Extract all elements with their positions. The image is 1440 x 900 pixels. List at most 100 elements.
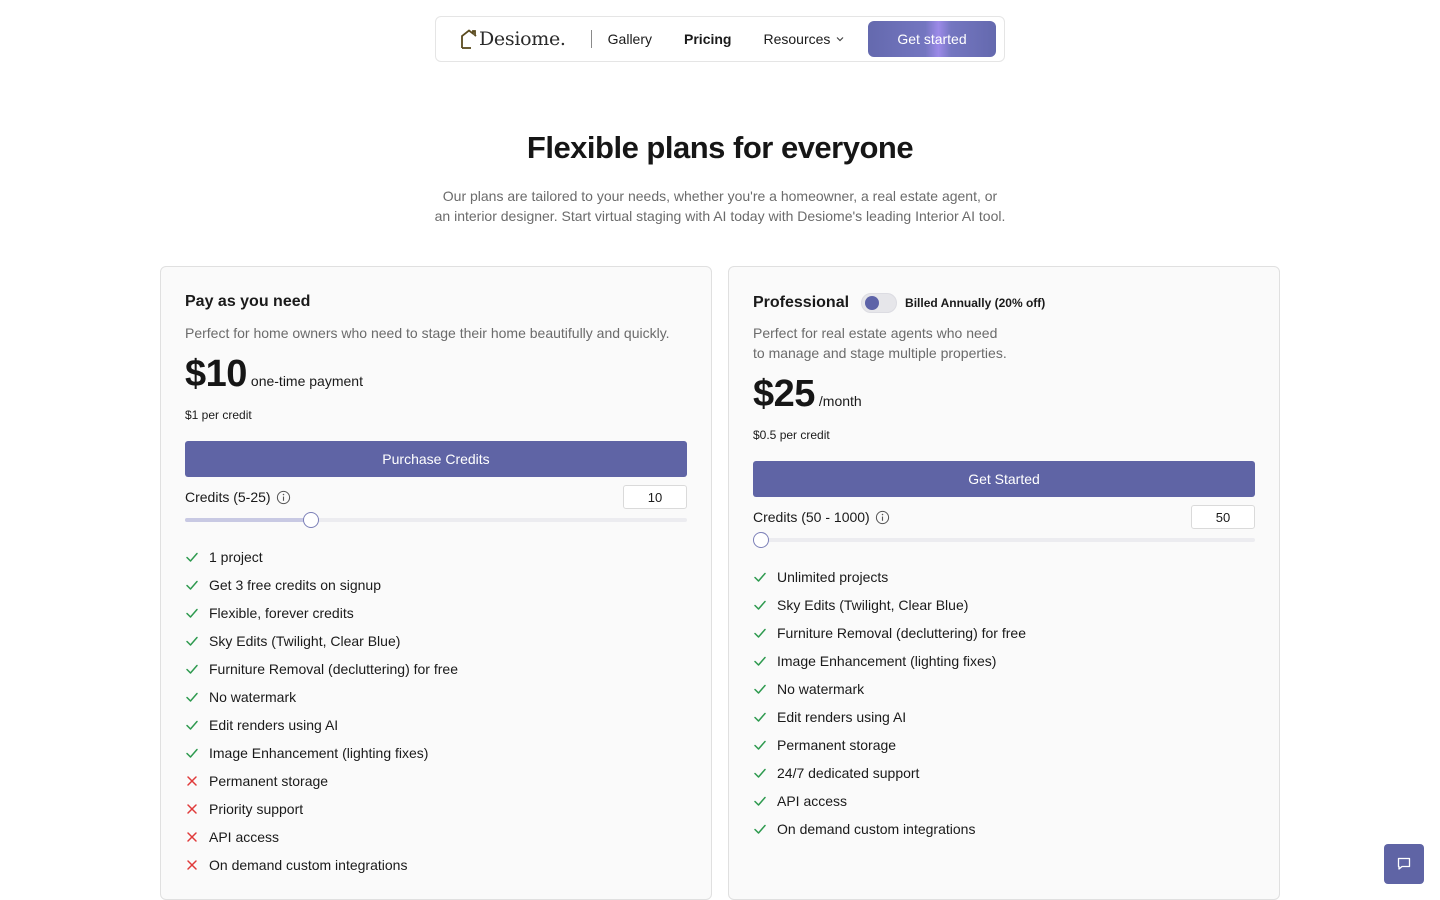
- price-note: one-time payment: [250, 373, 363, 389]
- per-credit-price: $0.5 per credit: [753, 428, 830, 442]
- check-icon: [754, 656, 766, 666]
- top-nav: Desiome. Gallery Pricing Resources Get s…: [435, 16, 1005, 62]
- feature-label: Priority support: [209, 801, 304, 817]
- plan-price: $10: [185, 353, 247, 395]
- feature-label: Get 3 free credits on signup: [209, 577, 381, 593]
- feature-label: Image Enhancement (lighting fixes): [209, 745, 429, 761]
- feature-label: API access: [777, 793, 848, 809]
- nav-link-pricing[interactable]: Pricing: [684, 31, 731, 47]
- nav-link-resources[interactable]: Resources: [763, 31, 845, 47]
- feature-item: Image Enhancement (lighting fixes): [753, 647, 1026, 675]
- check-icon: [754, 796, 766, 806]
- check-icon: [754, 712, 766, 722]
- check-icon: [754, 572, 766, 582]
- feature-item: Priority support: [185, 795, 458, 823]
- plan-name: Professional: [753, 294, 850, 311]
- feature-item: Unlimited projects: [753, 563, 1026, 591]
- feature-label: Sky Edits (Twilight, Clear Blue): [209, 633, 401, 649]
- price-row: $25 /month: [753, 373, 862, 416]
- credits-input[interactable]: [1191, 505, 1255, 529]
- feature-item: API access: [753, 787, 1026, 815]
- get-started-nav-button[interactable]: Get started: [868, 21, 996, 57]
- feature-item: Furniture Removal (decluttering) for fre…: [753, 619, 1026, 647]
- price-row: $10 one-time payment: [185, 353, 363, 396]
- chat-button[interactable]: [1384, 844, 1424, 884]
- feature-list: 1 project Get 3 free credits on signup Fle…: [185, 543, 458, 879]
- feature-label: No watermark: [777, 681, 865, 697]
- feature-label: 1 project: [209, 549, 263, 565]
- logo-text: Desiome.: [479, 28, 566, 50]
- check-icon: [754, 684, 766, 694]
- feature-item: API access: [185, 823, 458, 851]
- feature-item: Flexible, forever credits: [185, 599, 458, 627]
- x-icon: [187, 776, 197, 786]
- price-note: /month: [818, 393, 862, 409]
- check-icon: [186, 552, 198, 562]
- x-icon: [187, 832, 197, 842]
- check-icon: [186, 692, 198, 702]
- check-icon: [186, 720, 198, 730]
- credits-input[interactable]: [623, 485, 687, 509]
- slider-track: [753, 538, 1255, 542]
- feature-label: Permanent storage: [777, 737, 897, 753]
- nav-link-gallery[interactable]: Gallery: [608, 31, 652, 47]
- feature-item: Edit renders using AI: [753, 703, 1026, 731]
- page-title: Flexible plans for everyone: [526, 130, 914, 165]
- check-icon: [186, 664, 198, 674]
- feature-item: Furniture Removal (decluttering) for fre…: [185, 655, 458, 683]
- feature-item: Sky Edits (Twilight, Clear Blue): [753, 591, 1026, 619]
- feature-item: Permanent storage: [185, 767, 458, 795]
- credits-label: Credits (5-25): [185, 489, 271, 505]
- check-icon: [754, 824, 766, 834]
- feature-label: Edit renders using AI: [209, 717, 339, 733]
- feature-label: On demand custom integrations: [777, 821, 976, 837]
- plan-price: $25: [753, 373, 815, 415]
- plan-header: Pay as you need: [185, 293, 310, 311]
- feature-label: Image Enhancement (lighting fixes): [777, 653, 997, 669]
- feature-label: API access: [209, 829, 280, 845]
- feature-label: Furniture Removal (decluttering) for fre…: [777, 625, 1026, 641]
- purchase-credits-button[interactable]: Purchase Credits: [185, 441, 687, 477]
- check-icon: [754, 740, 766, 750]
- x-icon: [187, 804, 197, 814]
- plan-description-line-1: Perfect for real estate agents who need: [753, 325, 998, 341]
- plan-header: Professional Billed Annually (20% off): [753, 293, 1045, 313]
- slider-thumb[interactable]: [302, 512, 319, 528]
- credits-slider[interactable]: [753, 532, 1255, 548]
- check-icon: [186, 748, 198, 758]
- logo[interactable]: Desiome.: [460, 28, 566, 50]
- feature-label: Edit renders using AI: [777, 709, 907, 725]
- check-icon: [754, 768, 766, 778]
- check-icon: [186, 608, 198, 618]
- check-icon: [754, 628, 766, 638]
- plan-description: Perfect for real estate agents who need …: [753, 323, 1033, 363]
- feature-item: Sky Edits (Twilight, Clear Blue): [185, 627, 458, 655]
- check-icon: [754, 600, 766, 610]
- feature-item: 24/7 dedicated support: [753, 759, 1026, 787]
- info-icon[interactable]: [276, 490, 291, 505]
- get-started-button[interactable]: Get Started: [753, 461, 1255, 497]
- info-icon[interactable]: [875, 510, 890, 525]
- feature-item: Permanent storage: [753, 731, 1026, 759]
- slider-thumb[interactable]: [753, 532, 769, 548]
- nav-divider: [590, 30, 592, 48]
- house-outline-icon: [461, 29, 477, 49]
- feature-item: Get 3 free credits on signup: [185, 571, 458, 599]
- feature-item: Image Enhancement (lighting fixes): [185, 739, 458, 767]
- credits-slider[interactable]: [185, 512, 687, 528]
- feature-label: Furniture Removal (decluttering) for fre…: [209, 661, 458, 677]
- toggle-knob: [865, 296, 880, 310]
- credits-row: Credits (5-25): [185, 485, 687, 509]
- nav-link-resources-label: Resources: [763, 31, 831, 47]
- per-credit-price: $1 per credit: [185, 408, 252, 422]
- billing-annual-toggle[interactable]: [861, 293, 898, 313]
- check-icon: [186, 580, 198, 590]
- feature-label: Flexible, forever credits: [209, 605, 354, 621]
- feature-item: Edit renders using AI: [185, 711, 458, 739]
- feature-label: Sky Edits (Twilight, Clear Blue): [777, 597, 969, 613]
- plan-card-pay-as-you-need: Pay as you need Perfect for home owners …: [160, 266, 712, 900]
- page-subtitle-line-2: an interior designer. Start virtual stag…: [434, 208, 1006, 224]
- feature-item: No watermark: [753, 675, 1026, 703]
- feature-list: Unlimited projects Sky Edits (Twilight, C…: [753, 563, 1026, 843]
- billing-toggle-label: Billed Annually (20% off): [905, 296, 1046, 310]
